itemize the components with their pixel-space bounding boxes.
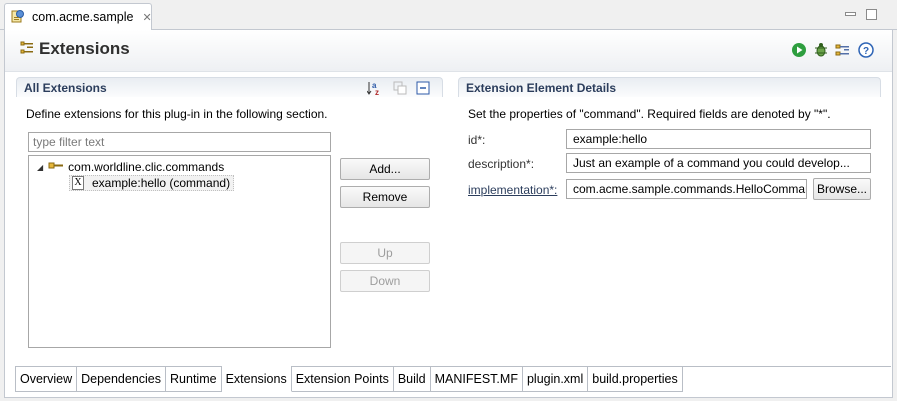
tab-dependencies[interactable]: Dependencies bbox=[77, 367, 167, 392]
extension-wizard-icon[interactable] bbox=[835, 42, 851, 58]
maximize-button[interactable] bbox=[866, 9, 877, 20]
tab-overview[interactable]: Overview bbox=[15, 367, 78, 392]
extensions-icon bbox=[19, 40, 35, 59]
implementation-link[interactable]: implementation*: bbox=[468, 183, 557, 197]
filter-input[interactable] bbox=[28, 132, 331, 152]
tab-extension-points[interactable]: Extension Points bbox=[291, 367, 394, 392]
extensions-tree[interactable]: ◢ com.worldline.clic.commands X example:… bbox=[28, 155, 331, 348]
run-icon[interactable] bbox=[791, 42, 807, 58]
extension-point-icon bbox=[48, 160, 64, 175]
editor-tab-title: com.acme.sample bbox=[32, 10, 134, 24]
tab-plugin-xml[interactable]: plugin.xml bbox=[522, 367, 589, 392]
form-header: Extensions ? bbox=[5, 30, 892, 72]
implementation-field[interactable] bbox=[566, 179, 807, 199]
tree-root-label: com.worldline.clic.commands bbox=[68, 160, 225, 174]
tree-child-label: example:hello (command) bbox=[92, 176, 231, 190]
close-icon[interactable]: ✕ bbox=[142, 11, 151, 24]
tab-manifest[interactable]: MANIFEST.MF bbox=[430, 367, 523, 392]
extension-element-details-section: Extension Element Details Set the proper… bbox=[458, 77, 881, 362]
description-label: description*: bbox=[468, 157, 535, 171]
help-icon[interactable]: ? bbox=[858, 42, 874, 58]
minimize-button[interactable] bbox=[845, 12, 856, 16]
tab-runtime[interactable]: Runtime bbox=[166, 367, 222, 392]
page-tabs: Overview Dependencies Runtime Extensions… bbox=[15, 366, 683, 392]
tree-item-commands[interactable]: ◢ com.worldline.clic.commands bbox=[37, 159, 224, 175]
browse-button[interactable]: Browse... bbox=[813, 178, 871, 200]
all-extensions-header: All Extensions az bbox=[16, 77, 443, 97]
expand-arrow-icon[interactable]: ◢ bbox=[37, 163, 43, 172]
add-button[interactable]: Add... bbox=[340, 158, 430, 180]
tree-item-example-hello[interactable]: X example:hello (command) bbox=[69, 175, 235, 191]
collapse-disabled-icon bbox=[392, 80, 408, 99]
plugin-manifest-icon bbox=[10, 8, 26, 27]
tab-build-properties[interactable]: build.properties bbox=[588, 367, 683, 392]
tab-extensions[interactable]: Extensions bbox=[221, 366, 292, 392]
remove-button[interactable]: Remove bbox=[340, 186, 430, 208]
id-label: id*: bbox=[468, 133, 486, 147]
debug-icon[interactable] bbox=[813, 42, 829, 58]
details-title: Extension Element Details bbox=[466, 81, 617, 95]
all-extensions-section: All Extensions az Define extensions for … bbox=[16, 77, 443, 362]
all-extensions-description: Define extensions for this plug-in in th… bbox=[26, 107, 328, 121]
tab-build[interactable]: Build bbox=[393, 367, 431, 392]
up-button[interactable]: Up bbox=[340, 242, 430, 264]
collapse-all-icon[interactable] bbox=[415, 80, 431, 99]
svg-text:z: z bbox=[375, 88, 379, 96]
page-title: Extensions bbox=[39, 39, 130, 58]
sort-alpha-icon[interactable]: az bbox=[366, 80, 383, 99]
details-description: Set the properties of "command". Require… bbox=[468, 107, 831, 121]
editor-tab[interactable]: com.acme.sample ✕ bbox=[4, 3, 152, 30]
editor-body: Extensions ? All Extensions az Define ex… bbox=[4, 30, 893, 398]
svg-text:?: ? bbox=[863, 46, 869, 57]
id-field[interactable] bbox=[566, 129, 871, 149]
description-field[interactable] bbox=[566, 153, 871, 173]
details-header: Extension Element Details bbox=[458, 77, 881, 97]
all-extensions-title: All Extensions bbox=[24, 81, 107, 95]
down-button[interactable]: Down bbox=[340, 270, 430, 292]
element-x-icon: X bbox=[72, 176, 84, 190]
